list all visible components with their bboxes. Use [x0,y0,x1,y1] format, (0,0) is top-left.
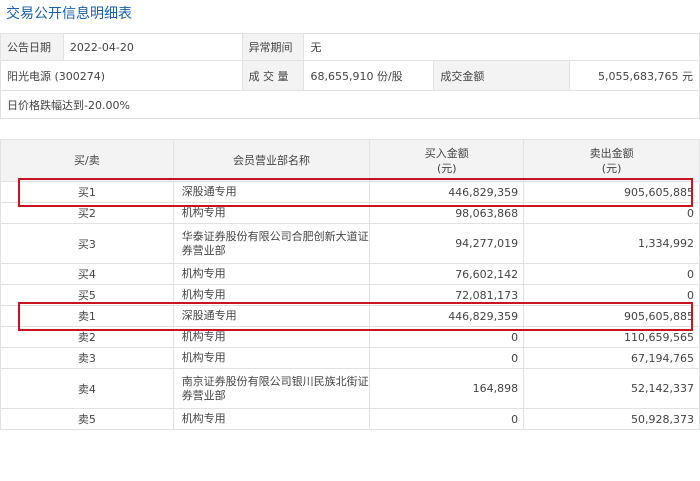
header-side: 买/卖 [0,139,174,182]
date-value: 2022-04-20 [62,33,243,61]
table-row: 卖5 机构专用 0 50,928,373 [0,408,700,430]
branch-cell: 机构专用 [172,263,371,285]
sell-amount-cell: 905,605,885 [523,181,700,203]
buy-amount-cell: 446,829,359 [369,305,525,327]
buy-amount-cell: 164,898 [369,368,525,409]
trades-table: 买/卖 会员营业部名称 买入金额 (元) 卖出金额 (元) 买1 深股通专用 446… [0,139,700,430]
amount-label: 成交金额 [433,60,571,91]
side-cell: 卖4 [0,368,174,409]
side-cell: 卖5 [0,408,174,430]
side-cell: 买2 [0,202,174,224]
volume-label: 成 交 量 [241,60,305,91]
branch-cell: 机构专用 [172,408,371,430]
page-title: 交易公开信息明细表 [6,6,132,22]
header-buy: 买入金额 (元) [369,139,525,182]
date-label: 公告日期 [0,33,64,61]
buy-amount-cell: 0 [369,408,525,430]
side-cell: 卖2 [0,326,174,348]
table-row: 买4 机构专用 76,602,142 0 [0,263,700,285]
buy-amount-cell: 76,602,142 [369,263,525,285]
period-label: 异常期间 [241,33,305,61]
buy-amount-cell: 94,277,019 [369,223,525,264]
reason-text: 日价格跌幅达到-20.00% [0,90,700,119]
sell-amount-cell: 1,334,992 [523,223,700,264]
branch-cell: 华泰证券股份有限公司合肥创新大道证券营业部 [172,223,371,264]
sell-amount-cell: 67,194,765 [523,347,700,369]
side-cell: 卖3 [0,347,174,369]
period-value: 无 [303,33,700,61]
side-cell: 买4 [0,263,174,285]
table-row: 卖3 机构专用 0 67,194,765 [0,347,700,369]
buy-amount-cell: 98,063,868 [369,202,525,224]
table-row: 卖1 深股通专用 446,829,359 905,605,885 [0,305,700,327]
side-cell: 买1 [0,181,174,203]
side-cell: 卖1 [0,305,174,327]
sell-amount-cell: 905,605,885 [523,305,700,327]
table-row: 卖4 南京证券股份有限公司银川民族北街证券营业部 164,898 52,142,337 [0,368,700,409]
header-sell: 卖出金额 (元) [523,139,700,182]
amount-value: 5,055,683,765 元 [569,60,700,91]
branch-cell: 机构专用 [172,347,371,369]
sell-amount-cell: 0 [523,284,700,306]
branch-cell: 深股通专用 [172,181,371,203]
side-cell: 买5 [0,284,174,306]
sell-amount-cell: 50,928,373 [523,408,700,430]
buy-amount-cell: 0 [369,347,525,369]
branch-cell: 机构专用 [172,326,371,348]
buy-amount-cell: 0 [369,326,525,348]
sell-amount-cell: 0 [523,202,700,224]
sell-amount-cell: 0 [523,263,700,285]
buy-amount-cell: 72,081,173 [369,284,525,306]
branch-cell: 机构专用 [172,202,371,224]
table-row: 买1 深股通专用 446,829,359 905,605,885 [0,181,700,203]
side-cell: 买3 [0,223,174,264]
table-row: 买3 华泰证券股份有限公司合肥创新大道证券营业部 94,277,019 1,334,9… [0,223,700,264]
branch-cell: 南京证券股份有限公司银川民族北街证券营业部 [172,368,371,409]
branch-cell: 深股通专用 [172,305,371,327]
sell-amount-cell: 110,659,565 [523,326,700,348]
table-row: 买5 机构专用 72,081,173 0 [0,284,700,306]
info-table: 公告日期 2022-04-20 异常期间 无 阳光电源 (300274) 成 交… [0,33,700,119]
table-row: 卖2 机构专用 0 110,659,565 [0,326,700,348]
volume-value: 68,655,910 份/股 [303,60,435,91]
stock-name: 阳光电源 (300274) [0,60,243,91]
sell-amount-cell: 52,142,337 [523,368,700,409]
table-row: 买2 机构专用 98,063,868 0 [0,202,700,224]
buy-amount-cell: 446,829,359 [369,181,525,203]
header-branch: 会员营业部名称 [172,139,371,182]
branch-cell: 机构专用 [172,284,371,306]
